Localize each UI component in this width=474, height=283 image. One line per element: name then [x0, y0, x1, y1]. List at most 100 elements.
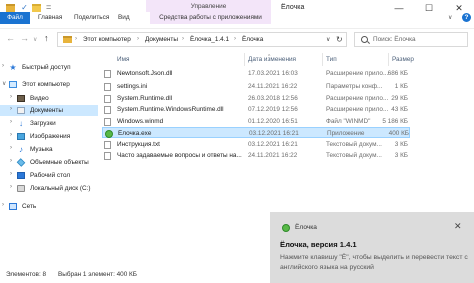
breadcrumb-separator[interactable]: › [137, 36, 139, 42]
address-bar[interactable]: › Этот компьютер › Документы › Ёлочка_1.… [57, 32, 347, 47]
file-name: settings.ini [117, 83, 148, 90]
sidebar-item-3d-objects[interactable]: › Объемные объекты [0, 157, 98, 168]
new-folder-icon[interactable] [32, 4, 41, 12]
sidebar-item-label: Музыка [30, 146, 53, 153]
chevron-right-icon[interactable]: › [10, 132, 12, 138]
file-row[interactable]: Часто задаваемые вопросы и ответы на... … [102, 150, 410, 161]
sidebar-item-label: Быстрый доступ [22, 64, 71, 71]
search-input[interactable]: Поиск: Ёлочка [354, 32, 468, 47]
sidebar-item-video[interactable]: › Видео [0, 93, 98, 104]
tab-application-tools[interactable]: Средства работы с приложениями [150, 12, 271, 24]
sidebar-item-local-disk[interactable]: › Локальный диск (C:) [0, 183, 98, 194]
properties-check-icon[interactable]: ✓ [20, 4, 29, 12]
application-icon [105, 129, 113, 138]
breadcrumb-separator[interactable]: › [182, 36, 184, 42]
dll-file-icon [104, 69, 111, 78]
chevron-right-icon[interactable]: › [10, 145, 12, 151]
chevron-right-icon[interactable]: › [2, 202, 4, 208]
column-header-type[interactable]: Тип [326, 56, 337, 63]
text-file-icon [104, 151, 111, 160]
address-dropdown-icon[interactable]: ∨ [326, 36, 330, 43]
back-button[interactable]: ← [6, 33, 15, 43]
file-row[interactable]: Windows.winmd 01.12.2020 16:51 Файл "WIN… [102, 116, 410, 127]
file-row-selected[interactable]: Ёлочка.exe 03.12.2021 16:21 Приложение 4… [102, 127, 410, 138]
breadcrumb-elochka-1-4-1[interactable]: Ёлочка_1.4.1 [190, 36, 229, 43]
recent-locations-button[interactable]: ∨ [33, 36, 37, 43]
file-row[interactable]: Newtonsoft.Json.dll 17.03.2021 16:03 Рас… [102, 68, 410, 79]
settings-file-icon [104, 82, 111, 91]
breadcrumb-separator[interactable]: › [75, 36, 77, 42]
forward-button[interactable]: → [20, 33, 29, 43]
help-icon[interactable]: ? [462, 13, 471, 22]
chevron-right-icon[interactable]: › [10, 158, 12, 164]
tab-view[interactable]: Вид [118, 12, 130, 24]
sidebar-item-pictures[interactable]: › Изображения [0, 131, 98, 142]
sidebar-item-this-pc[interactable]: ∨ Этот компьютер [0, 79, 98, 90]
file-size: 43 КБ [391, 106, 408, 113]
column-header-name[interactable]: Имя [117, 56, 129, 63]
file-row[interactable]: System.Runtime.WindowsRuntime.dll 07.12.… [102, 104, 410, 115]
app-icon [282, 224, 290, 232]
contextual-tab-group: Управление [146, 0, 271, 12]
sidebar-item-network[interactable]: › Сеть [0, 201, 98, 212]
toast-title: Ёлочка, версия 1.4.1 [280, 240, 357, 249]
ribbon-tabs: Файл Главная Поделиться Вид Средства раб… [0, 12, 474, 25]
tab-home[interactable]: Главная [38, 12, 62, 24]
column-header-size[interactable]: Размер [392, 56, 414, 63]
file-name: Ёлочка.exe [118, 130, 152, 137]
sidebar-item-label: Объемные объекты [30, 159, 89, 166]
file-size: 400 КБ [388, 130, 409, 137]
tab-file[interactable]: Файл [0, 12, 30, 24]
breadcrumb-this-pc[interactable]: Этот компьютер [83, 36, 131, 43]
sidebar-item-label: Рабочий стол [30, 172, 71, 179]
disk-icon [17, 185, 25, 192]
breadcrumb-documents[interactable]: Документы [145, 36, 178, 43]
navigation-pane: › ★ Быстрый доступ ∨ Этот компьютер › Ви… [0, 53, 100, 268]
file-name: Newtonsoft.Json.dll [117, 70, 173, 77]
file-row[interactable]: Инструкция.txt 03.12.2021 16:21 Текстовы… [102, 139, 410, 150]
file-size: 1 КБ [394, 83, 408, 90]
sidebar-item-label: Изображения [30, 133, 71, 140]
file-date: 01.12.2020 16:51 [248, 118, 298, 125]
winmd-file-icon [104, 117, 111, 126]
chevron-right-icon[interactable]: › [10, 94, 12, 100]
sidebar-item-downloads[interactable]: › ↓ Загрузки [0, 118, 98, 129]
chevron-right-icon[interactable]: › [2, 63, 4, 69]
column-header-date[interactable]: Дата изменения [248, 56, 296, 63]
file-name: System.Runtime.WindowsRuntime.dll [117, 106, 224, 113]
file-name: System.Runtime.dll [117, 95, 173, 102]
chevron-down-icon[interactable]: ∨ [2, 80, 6, 87]
music-icon: ♪ [19, 145, 23, 154]
tab-share[interactable]: Поделиться [74, 12, 109, 24]
file-row[interactable]: settings.ini 24.11.2021 16:22 Параметры … [102, 81, 410, 92]
sidebar-item-quick-access[interactable]: › ★ Быстрый доступ [0, 62, 98, 73]
sidebar-item-documents[interactable]: › Документы [0, 105, 98, 116]
quick-access-menu-icon[interactable]: = [46, 2, 51, 12]
sidebar-item-music[interactable]: › ♪ Музыка [0, 144, 98, 155]
chevron-right-icon[interactable]: › [10, 106, 12, 112]
column-divider[interactable] [244, 53, 245, 66]
file-date: 24.11.2021 16:22 [248, 83, 298, 90]
chevron-right-icon[interactable]: › [10, 184, 12, 190]
up-button[interactable]: ↑ [44, 33, 49, 43]
dll-file-icon [104, 94, 111, 103]
toast-notification[interactable]: Ёлочка ✕ Ёлочка, версия 1.4.1 Нажмите кл… [270, 212, 474, 283]
refresh-icon[interactable]: ↻ [336, 35, 343, 44]
file-row[interactable]: System.Runtime.dll 26.03.2018 12:56 Расш… [102, 93, 410, 104]
text-file-icon [104, 140, 111, 149]
chevron-right-icon[interactable]: › [10, 119, 12, 125]
contextual-tab-group-label: Управление [190, 3, 227, 10]
column-divider[interactable] [322, 53, 323, 66]
sidebar-item-desktop[interactable]: › Рабочий стол [0, 170, 98, 181]
dll-file-icon [104, 105, 111, 114]
breadcrumb-separator[interactable]: › [234, 36, 236, 42]
sidebar-item-label: Сеть [22, 203, 37, 210]
expand-ribbon-icon[interactable]: ∨ [448, 14, 452, 21]
breadcrumb-elochka[interactable]: Ёлочка [242, 36, 263, 43]
column-divider[interactable] [388, 53, 389, 66]
toast-close-icon[interactable]: ✕ [454, 221, 462, 232]
chevron-right-icon[interactable]: › [10, 171, 12, 177]
search-placeholder: Поиск: Ёлочка [373, 36, 416, 43]
items-count: Элементов: 8 [6, 271, 47, 278]
toast-app-name: Ёлочка [295, 224, 317, 231]
